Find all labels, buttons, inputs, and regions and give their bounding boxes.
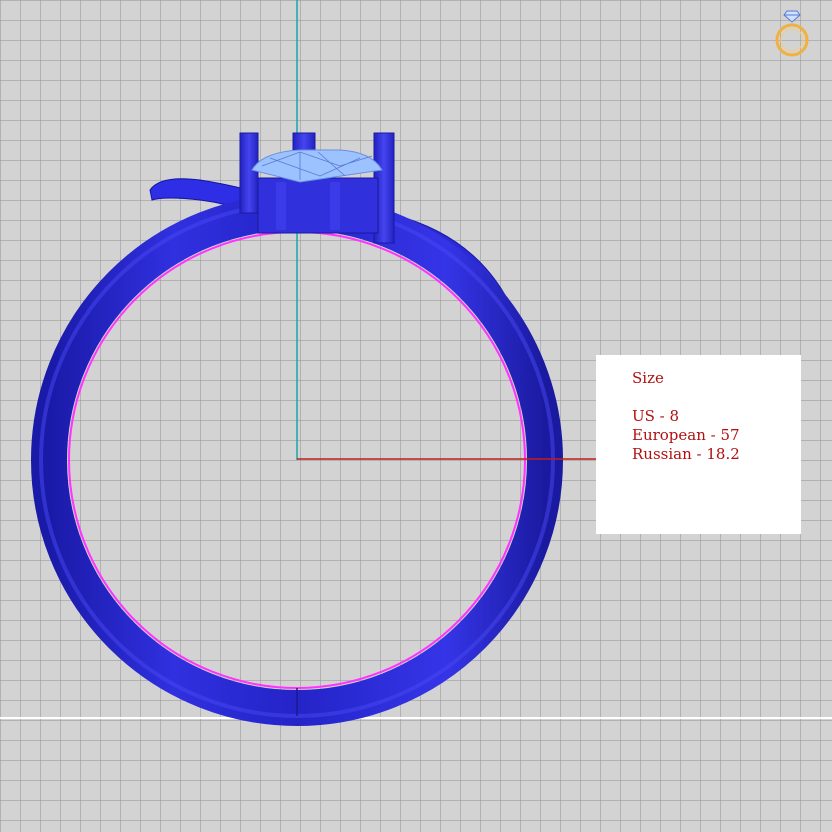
gemstone [251,149,383,183]
size-us: US - 8 [632,407,680,425]
size-russian: Russian - 18.2 [632,445,740,463]
size-european: European - 57 [632,426,740,444]
size-info-panel: Size US - 8 European - 57 Russian - 18.2 [596,355,801,534]
3d-viewport[interactable]: Size US - 8 European - 57 Russian - 18.2 [0,0,832,832]
ring-icon[interactable] [772,8,812,60]
size-title: Size [632,369,664,387]
